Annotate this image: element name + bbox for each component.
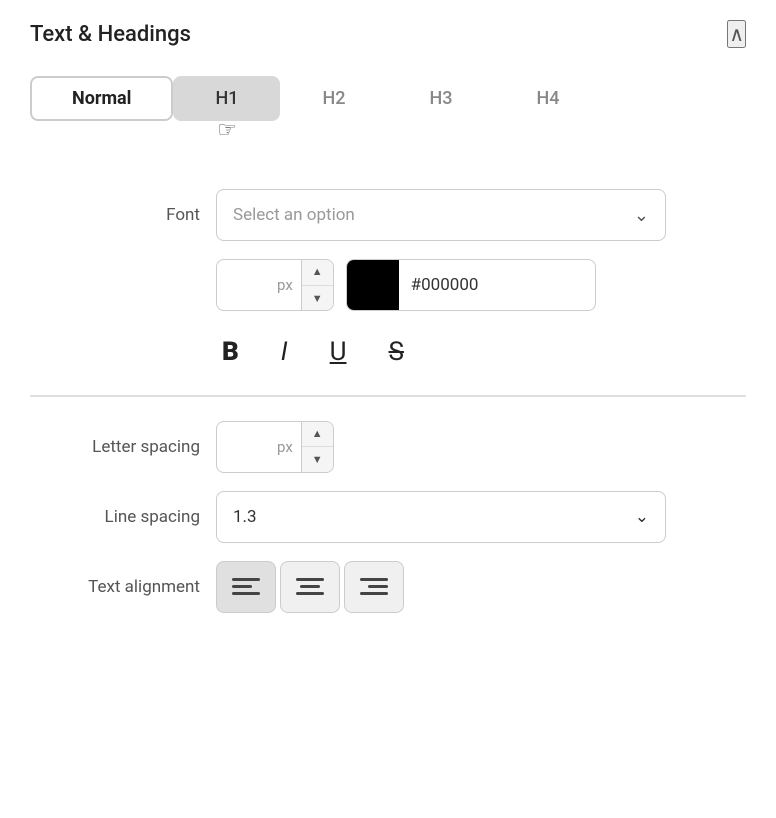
collapse-button[interactable]: ∧	[727, 20, 746, 48]
line-spacing-select[interactable]: 1.3 ⌄	[216, 491, 666, 543]
color-swatch[interactable]	[347, 259, 399, 311]
bold-button[interactable]: B	[216, 333, 245, 371]
color-hex-value[interactable]: #000000	[399, 275, 491, 295]
spacing-section: Letter spacing 0 px ▲ ▼ Line spacing 1.3…	[30, 421, 746, 613]
align-center-button[interactable]	[280, 561, 340, 613]
letter-spacing-stepper: ▲ ▼	[301, 421, 333, 473]
tabs-row: Normal H1 ☞ H2 H3 H4	[30, 76, 746, 121]
text-alignment-label: Text alignment	[40, 577, 200, 597]
text-alignment-row: Text alignment	[40, 561, 746, 613]
font-label: Font	[40, 205, 200, 225]
size-color-row: 14 px ▲ ▼ #000000	[40, 259, 746, 311]
letter-spacing-input[interactable]: 0	[217, 437, 277, 457]
letter-spacing-decrement-button[interactable]: ▼	[302, 447, 333, 473]
size-increment-button[interactable]: ▲	[302, 259, 333, 286]
align-right-button[interactable]	[344, 561, 404, 613]
line-spacing-row: Line spacing 1.3 ⌄	[40, 491, 746, 543]
tab-h4[interactable]: H4	[495, 76, 602, 121]
line-spacing-chevron-icon: ⌄	[635, 507, 649, 527]
panel-header: Text & Headings ∧	[30, 20, 746, 48]
line-spacing-value: 1.3	[233, 507, 257, 527]
align-left-icon	[232, 576, 260, 598]
font-row: Font Select an option ⌄	[40, 189, 746, 241]
align-center-icon	[296, 576, 324, 598]
format-buttons-row: B I U S	[40, 333, 746, 371]
letter-spacing-unit: px	[277, 438, 301, 456]
panel-title: Text & Headings	[30, 22, 191, 47]
tab-h3[interactable]: H3	[387, 76, 494, 121]
font-size-input[interactable]: 14	[217, 275, 277, 295]
underline-button[interactable]: U	[324, 333, 353, 371]
alignment-group	[216, 561, 404, 613]
font-select[interactable]: Select an option ⌄	[216, 189, 666, 241]
align-left-button[interactable]	[216, 561, 276, 613]
strikethrough-button[interactable]: S	[383, 333, 410, 371]
tab-h2[interactable]: H2	[280, 76, 387, 121]
letter-spacing-increment-button[interactable]: ▲	[302, 421, 333, 448]
font-select-placeholder: Select an option	[233, 205, 355, 225]
letter-spacing-label: Letter spacing	[40, 437, 200, 457]
letter-spacing-row: Letter spacing 0 px ▲ ▼	[40, 421, 746, 473]
tab-h1[interactable]: H1	[173, 76, 280, 121]
cursor-icon: ☞	[217, 118, 237, 143]
italic-button[interactable]: I	[275, 333, 294, 371]
line-spacing-label: Line spacing	[40, 507, 200, 527]
divider	[30, 395, 746, 397]
align-right-icon	[360, 576, 388, 598]
font-size-stepper: ▲ ▼	[301, 259, 333, 311]
chevron-down-icon: ⌄	[634, 205, 649, 226]
font-size-input-group: 14 px ▲ ▼	[216, 259, 334, 311]
letter-spacing-input-group: 0 px ▲ ▼	[216, 421, 334, 473]
tab-normal[interactable]: Normal	[30, 76, 173, 121]
size-unit-label: px	[277, 276, 301, 294]
form-section: Font Select an option ⌄ 14 px ▲ ▼ #00000…	[30, 189, 746, 371]
size-decrement-button[interactable]: ▼	[302, 286, 333, 312]
color-picker-group[interactable]: #000000	[346, 259, 596, 311]
